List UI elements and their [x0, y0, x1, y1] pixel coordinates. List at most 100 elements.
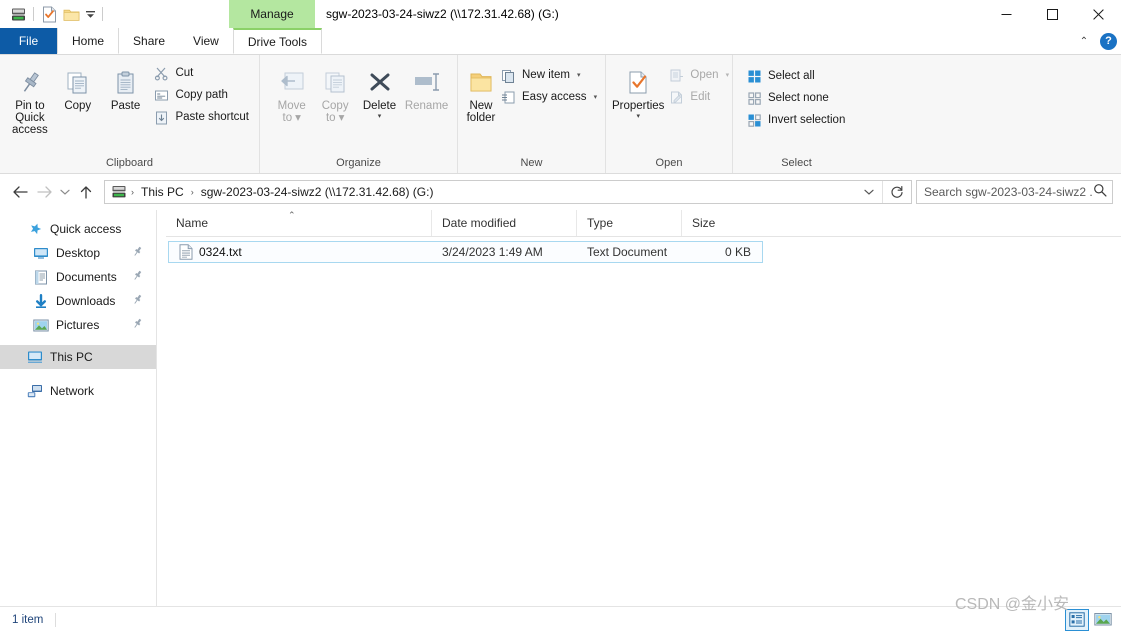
cut-button[interactable]: Cut: [149, 62, 253, 84]
breadcrumb-item-this-pc[interactable]: This PC: [137, 185, 188, 199]
new-folder-icon[interactable]: [60, 3, 82, 25]
sidebar-item-quick-access[interactable]: Quick access: [0, 217, 156, 241]
network-drive-icon[interactable]: [7, 3, 29, 25]
contextual-tab-label: Manage: [250, 7, 294, 21]
file-date-cell: 3/24/2023 1:49 AM: [442, 245, 543, 259]
maximize-button[interactable]: [1029, 0, 1075, 28]
sidebar-item-this-pc[interactable]: This PC: [0, 345, 156, 369]
network-drive-icon[interactable]: [110, 185, 128, 199]
copy-label: Copy: [64, 100, 92, 112]
open-icon: [668, 67, 685, 84]
tab-view[interactable]: View: [179, 28, 233, 54]
tab-drive-tools[interactable]: Drive Tools: [232, 28, 322, 54]
minimize-button[interactable]: [983, 0, 1029, 28]
table-row[interactable]: 0324.txt 3/24/2023 1:49 AM Text Document…: [168, 241, 763, 263]
rename-icon: [412, 63, 442, 97]
pin-icon[interactable]: [131, 245, 144, 261]
contextual-tab-header: Manage: [229, 0, 315, 28]
up-button[interactable]: [74, 180, 98, 204]
open-button[interactable]: Open ▾: [664, 64, 733, 86]
customize-qat-button[interactable]: [82, 3, 98, 25]
chevron-down-icon: ▾: [295, 112, 301, 124]
search-icon[interactable]: [1093, 183, 1107, 202]
pin-to-quick-access-label-1: Pin to Quick: [15, 100, 45, 124]
paste-button[interactable]: Paste: [102, 60, 150, 112]
copy-button[interactable]: Copy: [54, 60, 102, 112]
easy-access-button[interactable]: Easy access ▾: [496, 86, 601, 108]
pin-to-quick-access-label-2: access: [12, 124, 48, 136]
copy-to-button[interactable]: Copy to ▾: [313, 60, 356, 124]
select-all-button[interactable]: Select all: [742, 65, 849, 87]
breadcrumb[interactable]: › This PC › sgw-2023-03-24-siwz2 (\\172.…: [104, 180, 912, 204]
edit-label: Edit: [690, 91, 711, 103]
ribbon-group-label-new: New: [520, 157, 543, 169]
search-input[interactable]: Search sgw-2023-03-24-siwz2 ...: [916, 180, 1113, 204]
forward-button[interactable]: [32, 180, 56, 204]
move-to-button[interactable]: Move to ▾: [270, 60, 313, 124]
properties-icon[interactable]: [38, 3, 60, 25]
column-header-date-modified[interactable]: Date modified: [431, 210, 576, 236]
copy-path-button[interactable]: Copy path: [149, 84, 253, 106]
main-content: Quick access Desktop Documents Downloads…: [0, 210, 1121, 606]
back-button[interactable]: [8, 180, 32, 204]
column-header-name[interactable]: ⌃ Name: [166, 210, 431, 236]
sidebar-item-network[interactable]: Network: [0, 379, 156, 403]
pin-to-quick-access-button[interactable]: Pin to Quick access: [6, 60, 54, 136]
new-folder-label-2: folder: [466, 112, 496, 124]
ribbon-group-select: Select all Select none Invert selection …: [732, 55, 860, 173]
help-icon[interactable]: ?: [1100, 32, 1117, 50]
new-folder-button[interactable]: New folder: [466, 60, 496, 124]
sidebar-item-label: Desktop: [56, 246, 101, 260]
paste-shortcut-button[interactable]: Paste shortcut: [149, 106, 253, 128]
title-bar: Manage sgw-2023-03-24-siwz2 (\\172.31.42…: [0, 0, 1121, 28]
close-button[interactable]: [1075, 0, 1121, 28]
new-item-button[interactable]: New item ▾: [496, 64, 601, 86]
copy-to-label-1: Copy: [321, 100, 349, 112]
sidebar-item-pictures[interactable]: Pictures: [0, 313, 156, 337]
column-header-label: Name: [176, 216, 209, 230]
select-none-icon: [746, 90, 763, 107]
pin-icon: [16, 63, 44, 97]
address-dropdown-button[interactable]: [857, 181, 881, 203]
properties-label: Properties: [612, 100, 665, 112]
new-item-label: New item: [522, 69, 570, 81]
delete-label: Delete: [362, 100, 397, 112]
select-all-label: Select all: [768, 70, 815, 82]
large-icons-view-button[interactable]: [1091, 609, 1115, 631]
column-header-size[interactable]: Size: [681, 210, 759, 236]
chevron-up-icon[interactable]: ⌃: [1076, 36, 1092, 47]
column-header-type[interactable]: Type: [576, 210, 681, 236]
invert-selection-label: Invert selection: [768, 114, 846, 126]
details-view-button[interactable]: [1065, 608, 1089, 631]
delete-button[interactable]: Delete ▾: [357, 60, 402, 120]
file-name-cell[interactable]: 0324.txt: [169, 244, 432, 260]
chevron-down-icon: ▾: [338, 112, 345, 124]
edit-button[interactable]: Edit: [664, 86, 733, 108]
invert-selection-button[interactable]: Invert selection: [742, 109, 849, 131]
select-none-button[interactable]: Select none: [742, 87, 849, 109]
ribbon-group-label-select: Select: [781, 157, 812, 169]
address-bar: › This PC › sgw-2023-03-24-siwz2 (\\172.…: [0, 174, 1121, 210]
recent-locations-button[interactable]: [56, 180, 74, 204]
refresh-button[interactable]: [882, 181, 911, 203]
properties-button[interactable]: Properties ▾: [612, 60, 664, 120]
rename-button[interactable]: Rename: [402, 60, 451, 112]
search-placeholder: Search sgw-2023-03-24-siwz2 ...: [924, 185, 1093, 199]
ribbon-group-new: New folder New item ▾ Easy access ▾ New: [457, 55, 605, 173]
star-pin-icon: [25, 222, 45, 237]
pin-icon[interactable]: [131, 293, 144, 309]
documents-icon: [31, 270, 51, 285]
tab-file[interactable]: File: [0, 28, 57, 54]
sidebar-item-downloads[interactable]: Downloads: [0, 289, 156, 313]
tab-home[interactable]: Home: [57, 28, 120, 54]
ribbon-group-open: Properties ▾ Open ▾ Edit Open: [605, 55, 732, 173]
pin-icon[interactable]: [131, 317, 144, 333]
tab-share[interactable]: Share: [119, 28, 179, 54]
rename-label: Rename: [404, 100, 449, 112]
sidebar-item-documents[interactable]: Documents: [0, 265, 156, 289]
column-headers: ⌃ Name Date modified Type Size: [166, 210, 1121, 237]
pin-icon[interactable]: [131, 269, 144, 285]
sidebar-item-desktop[interactable]: Desktop: [0, 241, 156, 265]
breadcrumb-item-drive[interactable]: sgw-2023-03-24-siwz2 (\\172.31.42.68) (G…: [197, 185, 438, 199]
